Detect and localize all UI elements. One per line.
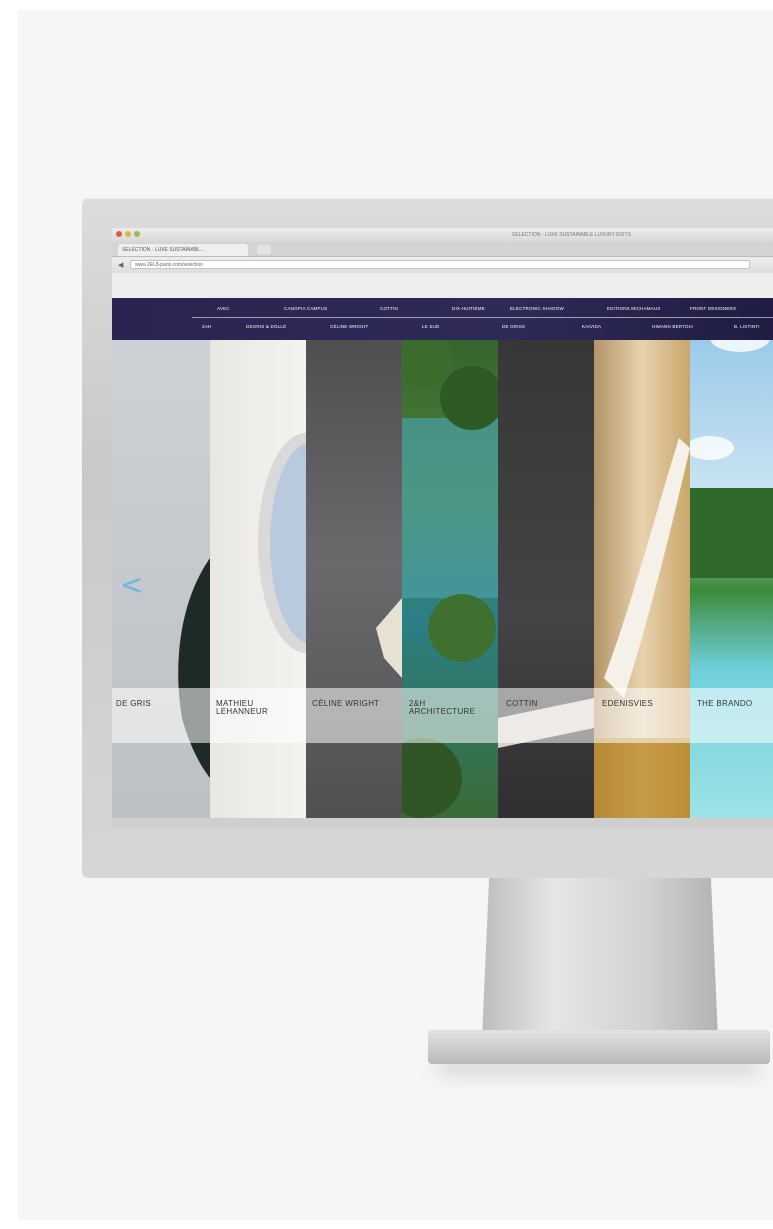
nav-item[interactable]: 2AH [202, 324, 211, 329]
website-viewport: DE GRIS MATHIEU LEHANNEUR CÉLINE WRIGHT … [112, 273, 773, 828]
nav-item[interactable]: LE SUD [422, 324, 439, 329]
nav-item[interactable]: HIMANN BERTOIA [652, 324, 693, 329]
lamp-image [376, 598, 402, 678]
nav-item[interactable]: KAIVIDA [582, 324, 601, 329]
nav-item[interactable]: ELECTRONIC SHADOW [510, 306, 564, 311]
panel-mathieu-lehanneur[interactable] [210, 298, 306, 828]
monitor-screen: SELECTION · LUXE SUSTAINABLE LUXURY EDIT… [112, 228, 773, 828]
designer-panels: DE GRIS MATHIEU LEHANNEUR CÉLINE WRIGHT … [112, 298, 773, 828]
hammock-image [594, 438, 690, 828]
caption-de-gris[interactable]: DE GRIS [116, 700, 151, 708]
nav-item[interactable]: AVEC [217, 306, 230, 311]
minimize-window-button[interactable] [125, 231, 131, 237]
tropical-sea-image [402, 328, 498, 818]
caption-2h-architecture[interactable]: 2&H ARCHITECTURE [409, 700, 479, 716]
panel-2h-architecture[interactable] [402, 298, 498, 828]
browser-titlebar: SELECTION · LUXE SUSTAINABLE LUXURY EDIT… [112, 228, 773, 242]
caption-celine-wright[interactable]: CÉLINE WRIGHT [312, 700, 379, 708]
monitor-stand-neck [482, 878, 718, 1038]
panel-celine-wright[interactable] [306, 298, 402, 828]
nav-item[interactable]: DEGRIS & DOLLÉ [246, 324, 286, 329]
porthole-image [258, 433, 306, 653]
island-beach-image [690, 324, 773, 578]
nav-item[interactable]: EDITIONS MICHAMAUX [607, 306, 661, 311]
caption-the-brando[interactable]: THE BRANDO [697, 700, 752, 708]
new-tab-button[interactable] [257, 245, 271, 254]
caption-cottin[interactable]: COTTIN [506, 700, 538, 708]
panel-edenisvies[interactable] [594, 298, 690, 828]
nav-item[interactable]: COTTIN [380, 306, 398, 311]
caption-mathieu-lehanneur[interactable]: MATHIEU LEHANNEUR [216, 700, 276, 716]
nav-item[interactable]: DE GRISS [502, 324, 525, 329]
bed-image [498, 698, 594, 748]
window-title: SELECTION · LUXE SUSTAINABLE LUXURY EDIT… [512, 232, 631, 238]
monitor-stand-base [428, 1030, 770, 1064]
zoom-window-button[interactable] [134, 231, 140, 237]
nav-item[interactable]: DIX-HUITIÈME [452, 306, 485, 311]
nav-item[interactable]: CANOPIA CAMPUS [284, 306, 327, 311]
window-controls [116, 231, 140, 237]
screen-bottom-edge [112, 818, 773, 828]
caption-edenisvies[interactable]: EDENISVIES [602, 700, 653, 708]
browser-tabbar: SELECTION · LUXE SUSTAINABL... [112, 242, 773, 257]
panel-cottin[interactable] [498, 298, 594, 828]
url-field[interactable]: www.2EL8-paris.com/selection [130, 260, 750, 269]
nav-timeline [192, 317, 773, 318]
nav-item[interactable]: B. LISTINTI [734, 324, 760, 329]
previous-arrow-icon[interactable]: < [120, 568, 143, 601]
nav-item[interactable]: FRONT DESIGNERS [690, 306, 736, 311]
browser-tab[interactable]: SELECTION · LUXE SUSTAINABL... [118, 244, 248, 256]
designer-navigation: AVEC CANOPIA CAMPUS COTTIN DIX-HUITIÈME … [112, 298, 773, 340]
browser-toolbar: ◀ www.2EL8-paris.com/selection [112, 257, 773, 274]
panel-de-gris[interactable] [112, 298, 210, 828]
dark-vase-image [178, 558, 210, 778]
close-window-button[interactable] [116, 231, 122, 237]
panel-the-brando[interactable] [690, 298, 773, 828]
nav-item[interactable]: CÉLINE WRIGHT [330, 324, 368, 329]
back-arrow-icon[interactable]: ◀ [118, 261, 123, 269]
